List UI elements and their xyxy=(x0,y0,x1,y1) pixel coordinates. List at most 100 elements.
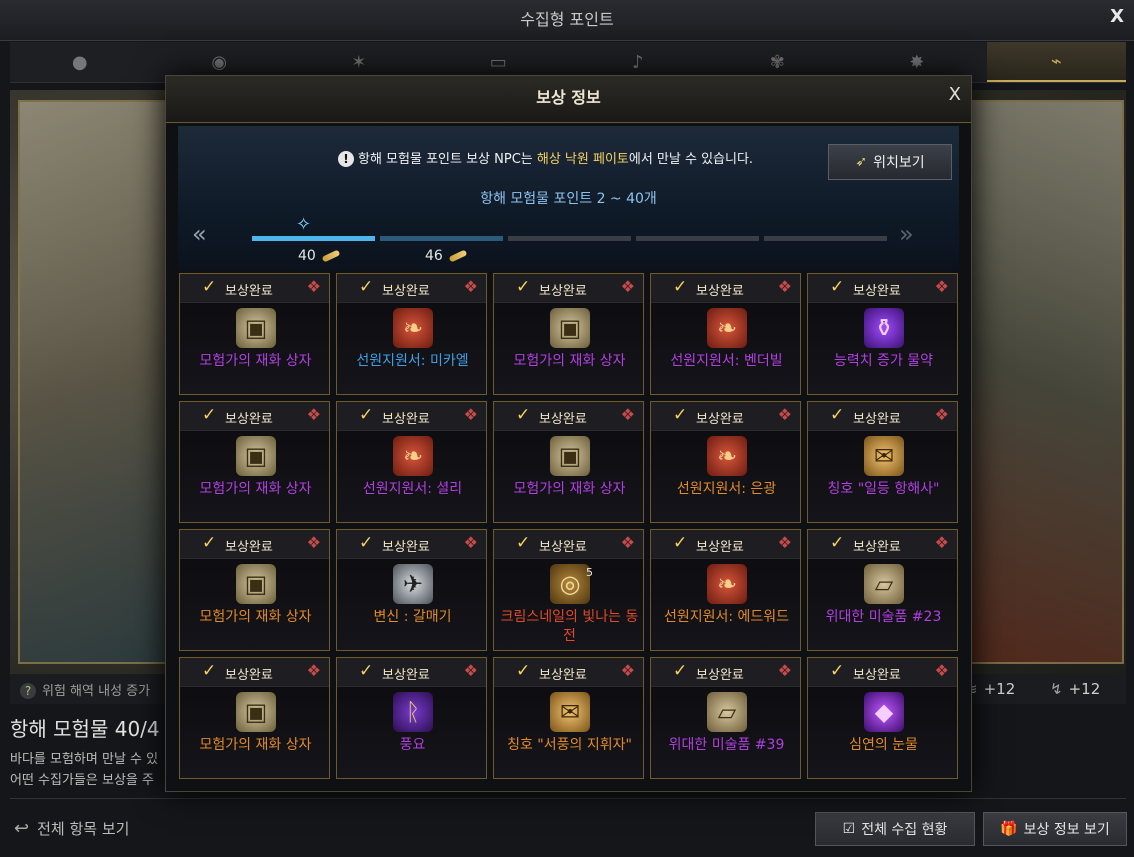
reward-card[interactable]: ✓ 보상완료 ❖ ❧ 선원지원서: 벤더빌 xyxy=(650,273,801,395)
view-all-label: 전체 항목 보기 xyxy=(37,820,130,838)
map-icon: ▱ xyxy=(707,692,747,732)
reward-card[interactable]: ✓ 보상완료 ❖ ✉ 칭호 "일등 항해사" xyxy=(807,401,958,523)
reward-name: 모험가의 재화 상자 xyxy=(513,481,626,497)
check-icon: ✓ xyxy=(830,533,845,553)
reward-done-label: 보상완료 xyxy=(853,668,901,683)
checkbox-icon: ☑ xyxy=(842,821,856,837)
reward-done-label: 보상완료 xyxy=(853,540,901,555)
rank-badge-icon: ❖ xyxy=(934,405,949,424)
progress-segment-2 xyxy=(380,236,503,241)
reward-done-label: 보상완료 xyxy=(696,668,744,683)
reward-done-label: 보상완료 xyxy=(382,412,430,427)
reward-card[interactable]: ✓ 보상완료 ❖ ▣ 모험가의 재화 상자 xyxy=(179,401,330,523)
reward-card[interactable]: ✓ 보상완료 ❖ ✈ 변신 : 갈매기 xyxy=(336,529,487,651)
telescope-icon: ⌁ xyxy=(1050,50,1062,72)
progress-segment-4 xyxy=(636,236,759,241)
reward-card[interactable]: ✓ 보상완료 ❖ ◆ 심연의 눈물 xyxy=(807,657,958,779)
painting-icon: ▭ xyxy=(489,51,507,73)
check-icon: ✓ xyxy=(202,661,217,681)
book-icon: ❧ xyxy=(707,308,747,348)
reward-name: 칭호 "일등 항해사" xyxy=(827,481,940,497)
telescope-icon xyxy=(448,249,468,263)
tab-telescope[interactable]: ⌁ xyxy=(986,42,1126,82)
gull-icon: ✈ xyxy=(393,564,433,604)
reward-card[interactable]: ✓ 보상완료 ❖ ▣ 모험가의 재화 상자 xyxy=(493,401,644,523)
location-button[interactable]: ➶ 위치보기 xyxy=(828,144,952,180)
rank-badge-icon: ❖ xyxy=(934,533,949,552)
reward-done-label: 보상완료 xyxy=(225,540,273,555)
check-icon: ✓ xyxy=(673,661,688,681)
reward-card[interactable]: ✓ 보상완료 ❖ ◎ 5 크림스네일의 빛나는 동전 xyxy=(493,529,644,651)
reward-done-label: 보상완료 xyxy=(225,668,273,683)
rank-badge-icon: ❖ xyxy=(777,405,792,424)
check-icon: ✓ xyxy=(830,661,845,681)
reward-name: 선원지원서: 셜리 xyxy=(362,481,463,497)
gem-icon: ◆ xyxy=(864,692,904,732)
stat-left-text: 위험 해역 내성 증가 xyxy=(42,684,151,699)
divider xyxy=(10,798,1126,799)
reward-card[interactable]: ✓ 보상완료 ❖ ▣ 모험가의 재화 상자 xyxy=(179,657,330,779)
reward-card[interactable]: ✓ 보상완료 ❖ ✉ 칭호 "서풍의 지휘자" xyxy=(493,657,644,779)
reward-card[interactable]: ✓ 보상완료 ❖ ▱ 위대한 미술품 #39 xyxy=(650,657,801,779)
reward-card[interactable]: ✓ 보상완료 ❖ ❧ 선원지원서: 셜리 xyxy=(336,401,487,523)
reward-card[interactable]: ✓ 보상완료 ❖ ▣ 모험가의 재화 상자 xyxy=(493,273,644,395)
collection-desc-line1: 바다를 모험하며 만날 수 있 xyxy=(10,752,159,767)
reward-name: 선원지원서: 에드워드 xyxy=(663,609,790,625)
reward-name: 선원지원서: 미카엘 xyxy=(356,353,469,369)
rank-badge-icon: ❖ xyxy=(463,533,478,552)
rank-badge-icon: ❖ xyxy=(777,533,792,552)
stat-right-1: ≋+12 xyxy=(965,680,1015,698)
reward-name: 모험가의 재화 상자 xyxy=(199,481,312,497)
window-title: 수집형 포인트 xyxy=(520,10,614,29)
reward-name: 선원지원서: 벤더빌 xyxy=(670,353,783,369)
check-icon: ✓ xyxy=(830,277,845,297)
reward-done-label: 보상완료 xyxy=(225,284,273,299)
reward-card[interactable]: ✓ 보상완료 ❖ ⚱ 능력치 증가 물약 xyxy=(807,273,958,395)
reward-card[interactable]: ✓ 보상완료 ❖ ▣ 모험가의 재화 상자 xyxy=(179,529,330,651)
reward-done-label: 보상완료 xyxy=(382,284,430,299)
rank-badge-icon: ❖ xyxy=(620,661,635,680)
modal-close-button[interactable]: X xyxy=(949,84,961,105)
reward-card[interactable]: ✓ 보상완료 ❖ ❧ 선원지원서: 은광 xyxy=(650,401,801,523)
check-icon: ✓ xyxy=(202,277,217,297)
reward-card[interactable]: ✓ 보상완료 ❖ ▣ 모험가의 재화 상자 xyxy=(179,273,330,395)
stat-label: ? 위험 해역 내성 증가 xyxy=(20,680,150,699)
rank-badge-icon: ❖ xyxy=(620,533,635,552)
collection-status-button[interactable]: ☑ 전체 수집 현황 xyxy=(815,812,975,846)
reward-name: 변신 : 갈매기 xyxy=(373,609,452,625)
prev-page-icon[interactable]: « xyxy=(192,220,207,248)
collection-status-label: 전체 수집 현황 xyxy=(861,822,948,838)
next-page-icon[interactable]: » xyxy=(899,220,914,248)
reward-name: 모험가의 재화 상자 xyxy=(199,609,312,625)
tab-orb[interactable]: ● xyxy=(10,42,150,82)
progress-segment-5 xyxy=(764,236,887,241)
check-icon: ✓ xyxy=(673,277,688,297)
return-arrow-icon: ↩ xyxy=(14,818,30,839)
progress-current: 40 xyxy=(298,248,341,264)
notice-text-post: 에서 만날 수 있습니다. xyxy=(628,152,754,167)
help-icon[interactable]: ? xyxy=(20,683,36,699)
stat-right-2-value: +12 xyxy=(1068,680,1101,698)
chest-icon: ▣ xyxy=(550,308,590,348)
reward-name: 크림스네일의 빛나는 동전 xyxy=(500,609,639,644)
reward-done-label: 보상완료 xyxy=(225,412,273,427)
window-close-button[interactable]: X xyxy=(1110,6,1124,27)
view-all-link[interactable]: ↩ 전체 항목 보기 xyxy=(14,818,129,839)
pin-icon: ➶ xyxy=(855,154,868,170)
reward-done-label: 보상완료 xyxy=(539,540,587,555)
reward-card[interactable]: ✓ 보상완료 ❖ ᚱ 풍요 xyxy=(336,657,487,779)
reward-name: 위대한 미술품 #39 xyxy=(668,737,785,753)
book-icon: ❧ xyxy=(393,436,433,476)
reward-info-modal: 보상 정보 X ! 항해 모험물 포인트 보상 NPC는 해상 낙원 페이토에서 … xyxy=(165,75,972,792)
reward-card[interactable]: ✓ 보상완료 ❖ ❧ 선원지원서: 미카엘 xyxy=(336,273,487,395)
orb-icon: ● xyxy=(71,51,88,73)
reward-info-button[interactable]: 🎁 보상 정보 보기 xyxy=(983,812,1127,846)
reward-card[interactable]: ✓ 보상완료 ❖ ▱ 위대한 미술품 #23 xyxy=(807,529,958,651)
leaf-icon: ✸ xyxy=(909,51,925,73)
reward-name: 심연의 눈물 xyxy=(849,737,918,753)
check-icon: ✓ xyxy=(673,405,688,425)
reward-name: 풍요 xyxy=(399,737,426,753)
reward-card[interactable]: ✓ 보상완료 ❖ ❧ 선원지원서: 에드워드 xyxy=(650,529,801,651)
book-icon: ❧ xyxy=(707,436,747,476)
reward-done-label: 보상완료 xyxy=(539,668,587,683)
